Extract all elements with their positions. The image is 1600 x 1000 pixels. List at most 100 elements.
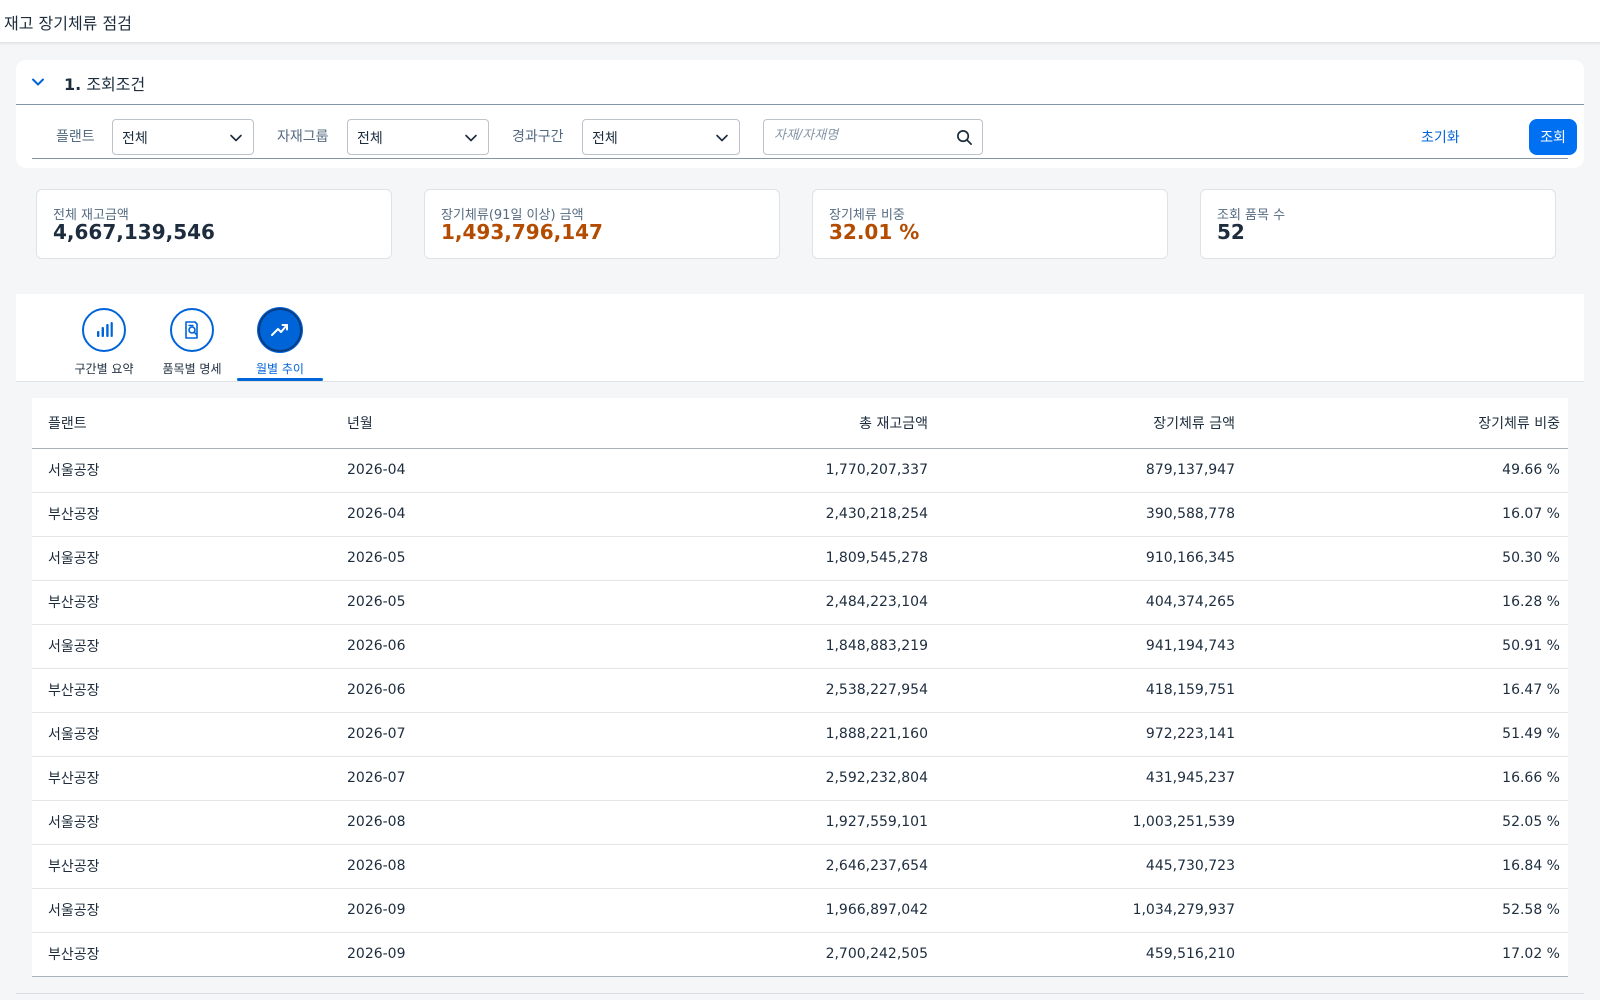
cell-long-term-ratio: 50.91 %	[1243, 624, 1568, 669]
column-header-long-term-ratio[interactable]: 장기체류 비중	[1243, 398, 1568, 449]
column-header-total-inventory[interactable]: 총 재고금액	[630, 398, 936, 449]
reset-button[interactable]: 초기화	[1411, 121, 1470, 153]
material-search-input[interactable]	[774, 128, 954, 143]
column-header-year-month[interactable]: 년월	[331, 398, 630, 449]
search-button[interactable]: 조회	[1529, 119, 1577, 155]
cell-total-inventory: 2,538,227,954	[630, 668, 936, 713]
elapsed-period-select[interactable]: 전체	[582, 119, 740, 155]
tab-icon-circle	[82, 308, 126, 352]
cell-long-term-ratio: 49.66 %	[1243, 448, 1568, 493]
table-row[interactable]: 서울공장 2026-05 1,809,545,278 910,166,345 50.30…	[32, 536, 1568, 581]
tab-item-details[interactable]: 품목별 명세	[149, 308, 235, 380]
cell-total-inventory: 2,646,237,654	[630, 844, 936, 889]
cell-long-term-amount: 879,137,947	[936, 448, 1243, 493]
shell-bar: 재고 장기체류 점검	[0, 0, 1600, 43]
cell-long-term-amount: 445,730,723	[936, 844, 1243, 889]
cell-total-inventory: 1,770,207,337	[630, 448, 936, 493]
cell-plant: 부산공장	[32, 932, 331, 977]
tab-label: 품목별 명세	[162, 362, 222, 376]
table-row[interactable]: 부산공장 2026-08 2,646,237,654 445,730,723 16.84…	[32, 844, 1568, 889]
cell-long-term-ratio: 51.49 %	[1243, 712, 1568, 757]
kpi-value: 1,493,796,147	[441, 220, 603, 244]
table-row[interactable]: 서울공장 2026-09 1,966,897,042 1,034,279,937 52.…	[32, 888, 1568, 933]
cell-long-term-amount: 390,588,778	[936, 492, 1243, 537]
cell-long-term-amount: 1,003,251,539	[936, 800, 1243, 845]
kpi-value: 52	[1217, 220, 1245, 244]
table-row[interactable]: 서울공장 2026-06 1,848,883,219 941,194,743 50.91…	[32, 624, 1568, 669]
material-group-select-value: 전체	[357, 131, 383, 147]
table-row[interactable]: 서울공장 2026-08 1,927,559,101 1,003,251,539 52.…	[32, 800, 1568, 845]
section-title: 조회조건	[86, 75, 146, 94]
cell-plant: 서울공장	[32, 448, 331, 493]
cell-total-inventory: 1,888,221,160	[630, 712, 936, 757]
cell-year-month: 2026-07	[331, 712, 630, 757]
tab-monthly-trend[interactable]: 월별 추이	[237, 308, 323, 381]
table-header-row: 플랜트 년월 총 재고금액 장기체류 금액 장기체류 비중	[32, 398, 1568, 449]
plant-select[interactable]: 전체	[112, 119, 254, 155]
material-search-field[interactable]	[763, 119, 983, 155]
table-row[interactable]: 부산공장 2026-04 2,430,218,254 390,588,778 16.07…	[32, 492, 1568, 537]
table-row[interactable]: 부산공장 2026-05 2,484,223,104 404,374,265 16.28…	[32, 580, 1568, 625]
cell-year-month: 2026-06	[331, 624, 630, 669]
cell-year-month: 2026-07	[331, 756, 630, 801]
cell-long-term-ratio: 16.84 %	[1243, 844, 1568, 889]
cell-total-inventory: 2,592,232,804	[630, 756, 936, 801]
kpi-long-term-amount: 장기체류(91일 이상) 금액 1,493,796,147	[424, 189, 780, 259]
table-row[interactable]: 부산공장 2026-07 2,592,232,804 431,945,237 16.66…	[32, 756, 1568, 801]
cell-long-term-ratio: 16.47 %	[1243, 668, 1568, 713]
icon-tab-bar: 구간별 요약 품목별 명세 월별 추이	[16, 294, 1584, 382]
document-search-icon	[185, 321, 198, 339]
cell-long-term-ratio: 50.30 %	[1243, 536, 1568, 581]
cell-long-term-ratio: 52.05 %	[1243, 800, 1568, 845]
cell-plant: 부산공장	[32, 756, 331, 801]
cell-plant: 서울공장	[32, 888, 331, 933]
chevron-down-icon	[230, 134, 242, 142]
kpi-item-count: 조회 품목 수 52	[1200, 189, 1556, 259]
app-title: 재고 장기체류 점검	[4, 14, 132, 33]
cell-long-term-ratio: 52.58 %	[1243, 888, 1568, 933]
kpi-long-term-ratio: 장기체류 비중 32.01 %	[812, 189, 1168, 259]
cell-long-term-ratio: 16.66 %	[1243, 756, 1568, 801]
chevron-down-icon[interactable]	[28, 72, 48, 92]
active-tab-indicator	[237, 378, 323, 381]
data-table: 플랜트 년월 총 재고금액 장기체류 금액 장기체류 비중 서울공장 2026-0…	[32, 398, 1568, 977]
tab-label: 월별 추이	[256, 362, 304, 376]
cell-year-month: 2026-09	[331, 932, 630, 977]
page-footer-divider	[16, 993, 1584, 994]
plant-select-value: 전체	[122, 131, 148, 147]
monthly-trend-table: 플랜트 년월 총 재고금액 장기체류 금액 장기체류 비중 서울공장 2026-0…	[32, 398, 1568, 977]
table-row[interactable]: 서울공장 2026-04 1,770,207,337 879,137,947 49.66…	[32, 448, 1568, 493]
table-row[interactable]: 서울공장 2026-07 1,888,221,160 972,223,141 51.49…	[32, 712, 1568, 757]
material-group-select[interactable]: 전체	[347, 119, 489, 155]
cell-year-month: 2026-05	[331, 580, 630, 625]
trend-up-icon	[271, 324, 288, 336]
cell-long-term-amount: 1,034,279,937	[936, 888, 1243, 933]
cell-long-term-amount: 972,223,141	[936, 712, 1243, 757]
cell-year-month: 2026-04	[331, 492, 630, 537]
cell-plant: 서울공장	[32, 800, 331, 845]
cell-long-term-amount: 459,516,210	[936, 932, 1243, 977]
cell-total-inventory: 2,484,223,104	[630, 580, 936, 625]
filter-panel: 1. 조회조건 플랜트 전체 자재그룹 전체 경과구간 전체 초기화 조회	[16, 60, 1584, 168]
column-header-plant[interactable]: 플랜트	[32, 398, 331, 449]
table-row[interactable]: 부산공장 2026-09 2,700,242,505 459,516,210 17.02…	[32, 932, 1568, 977]
cell-plant: 부산공장	[32, 492, 331, 537]
filter-panel-header[interactable]: 1. 조회조건	[16, 60, 1584, 105]
cell-total-inventory: 2,700,242,505	[630, 932, 936, 977]
tab-range-summary[interactable]: 구간별 요약	[61, 308, 147, 380]
cell-total-inventory: 1,809,545,278	[630, 536, 936, 581]
search-icon[interactable]	[956, 129, 973, 146]
filter-bar: 플랜트 전체 자재그룹 전체 경과구간 전체 초기화 조회	[32, 116, 1577, 159]
cell-plant: 부산공장	[32, 668, 331, 713]
cell-year-month: 2026-09	[331, 888, 630, 933]
tab-icon-circle	[258, 308, 302, 352]
tab-icon-circle	[170, 308, 214, 352]
column-header-long-term-amount[interactable]: 장기체류 금액	[936, 398, 1243, 449]
table-row[interactable]: 부산공장 2026-06 2,538,227,954 418,159,751 16.47…	[32, 668, 1568, 713]
cell-long-term-amount: 431,945,237	[936, 756, 1243, 801]
cell-long-term-amount: 910,166,345	[936, 536, 1243, 581]
cell-long-term-ratio: 17.02 %	[1243, 932, 1568, 977]
plant-label: 플랜트	[56, 129, 95, 145]
cell-plant: 부산공장	[32, 580, 331, 625]
elapsed-period-select-value: 전체	[592, 131, 618, 147]
